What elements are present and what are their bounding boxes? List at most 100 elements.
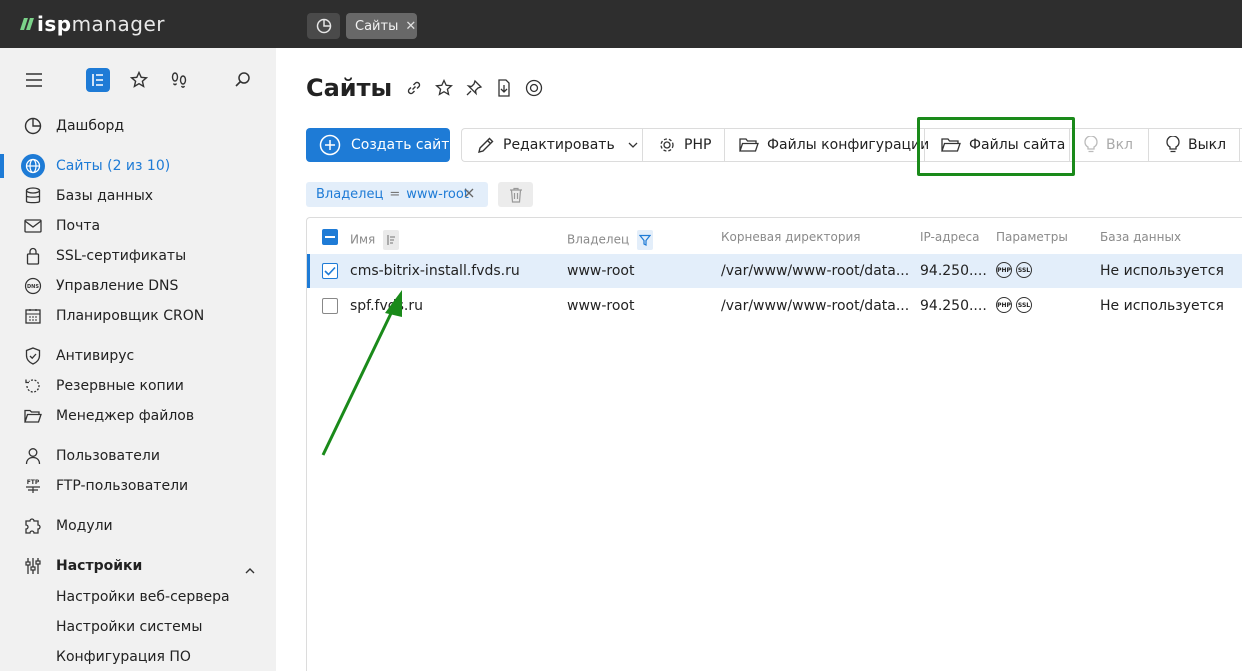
filter-value: www-root — [406, 187, 469, 202]
sidebar-item-backups[interactable]: Резервные копии — [0, 371, 276, 401]
sidebar-item-label: Менеджер файлов — [56, 408, 195, 424]
disable-button[interactable]: Выкл — [1166, 129, 1226, 161]
footprints-icon[interactable] — [167, 68, 191, 92]
pencil-icon — [478, 137, 494, 153]
filter-chip[interactable]: Владелец = www-root — [306, 182, 488, 207]
sort-icon[interactable] — [383, 230, 400, 250]
trash-icon — [509, 187, 522, 203]
sidebar-item-modules[interactable]: Модули — [0, 511, 276, 541]
edit-button[interactable]: Редактировать — [477, 129, 639, 161]
sidebar-item-sites[interactable]: Сайты (2 из 10) — [0, 151, 276, 181]
table-row[interactable]: spf.fvds.ru www-root /var/www/www-root/d… — [307, 289, 1242, 323]
list-view-icon[interactable] — [86, 68, 110, 92]
close-icon[interactable]: ✕ — [405, 19, 416, 34]
mail-icon — [24, 217, 42, 235]
logo[interactable]: ispmanager — [20, 10, 165, 38]
cell-name[interactable]: spf.fvds.ru — [350, 298, 423, 314]
cell-database: Не используется — [1100, 263, 1224, 279]
enable-button[interactable]: Вкл — [1084, 129, 1133, 161]
column-header-root-dir[interactable]: Корневая директория — [721, 230, 860, 244]
tab-sites[interactable]: Сайты ✕ — [346, 13, 417, 39]
sidebar-item-dashboard[interactable]: Дашборд — [0, 111, 276, 141]
top-bar: ispmanager Сайты ✕ — [0, 0, 1242, 48]
select-all-checkbox[interactable] — [322, 229, 338, 245]
calendar-icon — [24, 307, 42, 325]
sidebar-item-cron[interactable]: Планировщик CRON — [0, 301, 276, 331]
logo-brand-prefix: isp — [37, 12, 72, 36]
chevron-down-icon — [628, 142, 638, 148]
sidebar-item-file-manager[interactable]: Менеджер файлов — [0, 401, 276, 431]
toolbar-divider — [642, 129, 643, 161]
help-icon[interactable] — [524, 78, 544, 98]
star-icon[interactable] — [127, 68, 151, 92]
sidebar-item-software-config[interactable]: Конфигурация ПО — [0, 642, 276, 671]
annotation-highlight-box — [917, 117, 1075, 176]
column-header-label: Имя — [350, 232, 376, 247]
toolbar-divider — [724, 129, 725, 161]
sidebar-item-users[interactable]: Пользователи — [0, 441, 276, 471]
sidebar-item-label: Настройки веб-сервера — [56, 589, 230, 605]
sidebar-item-label: Модули — [56, 518, 113, 534]
sidebar: Дашборд Сайты (2 из 10) Базы данных Почт… — [0, 48, 276, 671]
config-files-button[interactable]: Файлы конфигурации — [739, 129, 929, 161]
row-checkbox[interactable] — [322, 298, 338, 314]
create-site-button[interactable]: Создать сайт — [306, 128, 450, 162]
shield-icon — [24, 347, 42, 365]
sidebar-item-label: Управление DNS — [56, 278, 179, 294]
sidebar-item-antivirus[interactable]: Антивирус — [0, 341, 276, 371]
logo-mark-icon — [20, 18, 34, 30]
php-badge-icon: PHP — [996, 297, 1012, 313]
lightbulb-icon — [1084, 136, 1098, 153]
sidebar-item-mail[interactable]: Почта — [0, 211, 276, 241]
close-icon[interactable] — [463, 187, 475, 203]
php-button[interactable]: PHP — [658, 129, 711, 161]
sidebar-item-web-server-settings[interactable]: Настройки веб-сервера — [0, 582, 276, 612]
star-icon[interactable] — [434, 78, 454, 98]
sidebar-item-system-settings[interactable]: Настройки системы — [0, 612, 276, 642]
column-header-name[interactable]: Имя — [350, 230, 400, 250]
link-icon[interactable] — [404, 78, 424, 98]
column-header-database[interactable]: База данных — [1100, 230, 1181, 244]
sidebar-item-label: SSL-сертификаты — [56, 248, 187, 264]
cell-ip: 94.250.... — [920, 298, 987, 314]
sidebar-item-ftp-users[interactable]: FTP FTP-пользователи — [0, 471, 276, 501]
folder-open-icon — [24, 407, 42, 425]
pin-icon[interactable] — [464, 78, 484, 98]
folder-icon — [739, 138, 759, 152]
column-header-owner[interactable]: Владелец — [567, 230, 653, 250]
filter-icon[interactable] — [636, 230, 653, 250]
logo-brand-suffix: manager — [71, 12, 165, 36]
cell-name[interactable]: cms-bitrix-install.fvds.ru — [350, 263, 520, 279]
plus-circle-icon — [319, 134, 341, 156]
table-row[interactable]: cms-bitrix-install.fvds.ru www-root /var… — [307, 254, 1242, 288]
column-header-label: IP-адреса — [920, 230, 980, 244]
row-checkbox[interactable] — [322, 263, 338, 279]
php-badge-icon: PHP — [996, 262, 1012, 278]
search-icon[interactable] — [231, 68, 255, 92]
cell-ip: 94.250.... — [920, 263, 987, 279]
menu-icon[interactable] — [22, 68, 46, 92]
download-icon[interactable] — [494, 78, 514, 98]
chevron-up-icon[interactable] — [244, 560, 256, 579]
svg-text:FTP: FTP — [27, 479, 40, 486]
lightbulb-icon — [1166, 136, 1180, 153]
column-header-label: Корневая директория — [721, 230, 861, 244]
column-header-ip[interactable]: IP-адреса — [920, 230, 979, 244]
clear-filters-button[interactable] — [498, 182, 533, 207]
sidebar-item-label: FTP-пользователи — [56, 478, 189, 494]
page-title: Сайты — [306, 74, 393, 102]
sidebar-item-databases[interactable]: Базы данных — [0, 181, 276, 211]
create-site-label: Создать сайт — [351, 137, 450, 153]
dns-icon: DNS — [24, 277, 42, 295]
column-header-label: Параметры — [996, 230, 1068, 244]
sidebar-item-settings[interactable]: Настройки — [0, 551, 276, 581]
column-header-params[interactable]: Параметры — [996, 230, 1068, 244]
user-icon — [24, 447, 42, 465]
sidebar-item-ssl[interactable]: SSL-сертификаты — [0, 241, 276, 271]
ssl-badge-icon: SSL — [1016, 262, 1032, 278]
sidebar-item-dns[interactable]: DNS Управление DNS — [0, 271, 276, 301]
filter-operator: = — [389, 187, 401, 202]
column-header-label: База данных — [1100, 230, 1182, 244]
sidebar-tools — [0, 48, 276, 112]
tab-dashboard[interactable] — [307, 13, 340, 39]
